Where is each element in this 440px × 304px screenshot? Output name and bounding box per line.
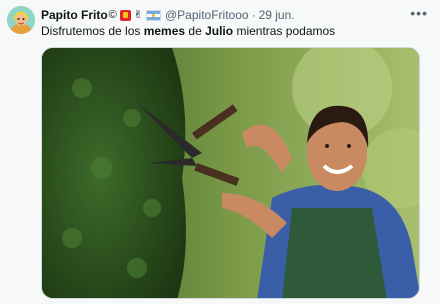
separator-dot: · [251,8,256,22]
avatar[interactable] [7,6,35,34]
tweet-text-part: mientras podamos [233,24,336,38]
more-options-icon[interactable]: ••• [410,6,428,20]
tweet-text-part: de [185,24,206,38]
author-handle[interactable]: @PapitoFritooo [165,8,249,22]
man-trimming-hedge-photo-icon [42,48,419,298]
author-display-name[interactable]: Papito Frito [41,8,108,22]
tweet-text-bold: memes [143,24,186,38]
cartoon-character-avatar-icon [7,6,35,34]
tweet-media-image[interactable] [41,47,420,299]
fries-emoji-icon [119,9,131,21]
tweet-date[interactable]: 29 jun. [259,8,295,22]
tweet-text-part: Disfrutemos de los [41,24,144,38]
tweet-text-bold: Julio [205,24,234,38]
name-symbol: © [108,9,117,21]
tweet-header: Papito Frito © ✌ @PapitoFritooo · 29 jun… [41,8,410,22]
victory-hand-emoji-icon: ✌ [133,9,143,21]
argentina-flag-icon [146,9,161,21]
tweet-text: Disfrutemos de los memes de Julio mientr… [41,24,335,38]
